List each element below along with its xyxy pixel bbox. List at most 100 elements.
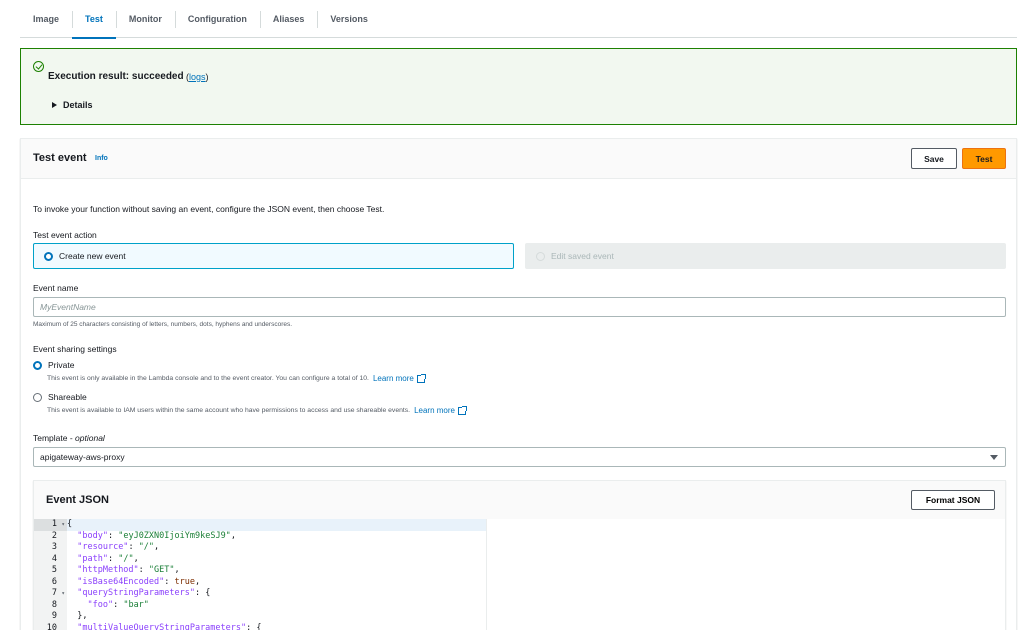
event-name-hint: Maximum of 25 characters consisting of l… (33, 321, 293, 328)
line-number-text: 8 (51, 599, 57, 610)
shareable-learn-more-link[interactable]: Learn more (414, 406, 455, 415)
private-learn-more-link[interactable]: Learn more (373, 374, 414, 383)
code-token: { (67, 519, 73, 529)
private-radio[interactable] (33, 360, 42, 370)
line-number: 3 (34, 542, 67, 554)
tab-monitor[interactable]: Monitor (115, 0, 175, 38)
code-token: : (107, 553, 119, 564)
event-json-title: Event JSON (46, 494, 109, 506)
tab-bar: Image Test Monitor Configuration Aliases Vers… (20, 0, 1017, 39)
template-select-value: apigateway-aws-proxy (40, 452, 125, 462)
edit-saved-event-radio (536, 251, 545, 261)
line-number: 8 (34, 600, 67, 612)
tab-configuration[interactable]: Configuration (174, 0, 260, 38)
create-new-event-radio[interactable] (44, 251, 53, 261)
test-event-description: To invoke your function without saving a… (33, 204, 385, 214)
event-name-input[interactable]: MyEventName (33, 297, 1006, 317)
execution-result-banner: Execution result: succeeded (logs) Detai… (20, 48, 1017, 125)
code-token: "/" (138, 542, 155, 552)
code-token: , (194, 576, 201, 587)
test-event-title: Test event (33, 152, 87, 164)
line-number-text: 4 (51, 553, 57, 564)
event-name-placeholder: MyEventName (40, 302, 96, 312)
event-json-panel: Event JSON Format JSON 1 ▾ 2 3 4 5 6 7 ▾ 8 9 10 { "… (33, 480, 1006, 630)
shareable-option[interactable]: Shareable (33, 392, 87, 402)
logs-link[interactable]: logs (189, 72, 206, 82)
test-button[interactable]: Test (962, 148, 1006, 169)
details-toggle[interactable]: Details (52, 100, 93, 110)
editor-gutter: 1 ▾ 2 3 4 5 6 7 ▾ 8 9 10 (34, 519, 67, 630)
info-link[interactable]: Info (95, 155, 108, 162)
editor-code-area[interactable]: { "body": "eyJ0ZXN0IjoiYm9keSJ9", "resou… (67, 519, 487, 630)
line-number-text: 6 (51, 576, 57, 587)
code-token: : (107, 530, 119, 541)
template-select[interactable]: apigateway-aws-proxy (33, 447, 1006, 467)
line-number-text: 5 (51, 565, 57, 575)
shareable-description: This event is available to IAM users wit… (47, 405, 467, 415)
code-line: }, (67, 611, 487, 623)
line-number-text: 9 (51, 611, 57, 621)
code-token: "eyJ0ZXN0IjoiYm9keSJ9" (118, 530, 231, 541)
line-number: 6 (34, 577, 67, 589)
tab-image[interactable]: Image (20, 0, 72, 38)
create-new-event-label: Create new event (59, 251, 126, 261)
event-json-header: Event JSON Format JSON (34, 481, 1005, 519)
template-label: Template - optional (33, 433, 105, 443)
line-number: 10 (34, 623, 67, 630)
code-token: : (128, 542, 139, 552)
editor-print-margin (486, 519, 487, 630)
code-token: "resource" (77, 542, 129, 552)
tab-test[interactable]: Test (72, 0, 116, 39)
line-number-text: 7 (51, 588, 57, 598)
line-number: 4 (34, 554, 67, 566)
create-new-event-tile[interactable]: Create new event (33, 243, 514, 269)
tab-aliases[interactable]: Aliases (259, 0, 318, 38)
event-name-label: Event name (33, 283, 79, 293)
code-line: "httpMethod": "GET", (67, 565, 487, 577)
line-number-text: 2 (51, 530, 57, 541)
edit-saved-event-tile: Edit saved event (525, 243, 1006, 269)
code-token: "foo" (87, 599, 114, 610)
code-line: "resource": "/", (67, 542, 487, 554)
code-token: , (174, 565, 180, 575)
shareable-label: Shareable (48, 392, 87, 402)
execution-result-title: Execution result: succeeded (48, 71, 184, 82)
shareable-radio[interactable] (33, 392, 42, 402)
details-label: Details (63, 100, 93, 110)
edit-saved-event-label: Edit saved event (551, 251, 614, 261)
template-optional-text: optional (75, 433, 105, 443)
code-line: "isBase64Encoded": true, (67, 577, 487, 589)
logs-paren-close: ) (205, 72, 209, 82)
logs-link-wrapper: (logs) (186, 72, 209, 82)
json-code-editor[interactable]: 1 ▾ 2 3 4 5 6 7 ▾ 8 9 10 { "body": "eyJ0ZXN0IjoiYm9… (34, 519, 1005, 630)
line-number: 9 (34, 611, 67, 623)
code-token: "multiValueQueryStringParameters" (77, 622, 247, 630)
code-token: }, (67, 611, 88, 621)
code-token: "httpMethod" (77, 565, 139, 575)
format-json-button[interactable]: Format JSON (911, 490, 995, 510)
fold-arrow-icon[interactable]: ▾ (61, 588, 65, 600)
line-number: 7 ▾ (34, 588, 67, 600)
private-label: Private (48, 360, 75, 370)
code-token: "body" (77, 530, 108, 541)
code-line: "body": "eyJ0ZXN0IjoiYm9keSJ9", (67, 531, 487, 543)
test-event-panel: Test event Info Save Test To invoke your… (20, 138, 1017, 630)
fold-arrow-icon[interactable]: ▾ (61, 519, 65, 531)
save-button[interactable]: Save (911, 148, 957, 169)
tab-versions[interactable]: Versions (317, 0, 381, 38)
external-link-icon (458, 405, 467, 415)
code-token: , (133, 553, 139, 564)
private-option[interactable]: Private (33, 360, 74, 370)
event-sharing-label: Event sharing settings (33, 344, 117, 354)
test-event-header: Test event Info Save Test (21, 139, 1016, 179)
code-token: : (113, 599, 124, 610)
chevron-down-icon (990, 455, 998, 460)
